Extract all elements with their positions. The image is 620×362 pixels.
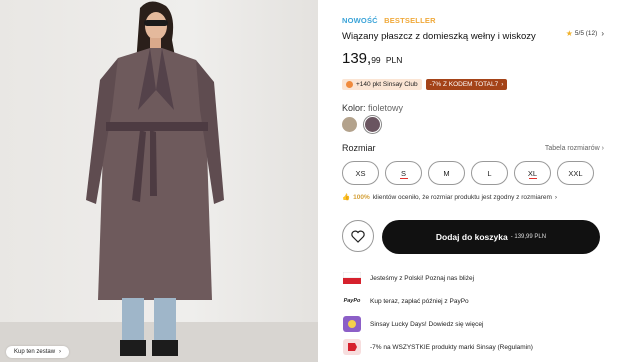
add-to-cart-label: Dodaj do koszyka xyxy=(435,232,508,242)
color-swatch-purple[interactable] xyxy=(365,117,380,132)
price-currency: PLN xyxy=(385,55,403,65)
fit-text: klientów oceniło, że rozmiar produktu je… xyxy=(372,193,552,201)
price-main: 139, xyxy=(342,50,372,67)
product-badges: NOWOŚĆ BESTSELLER xyxy=(342,16,436,25)
model-illustration xyxy=(0,1,318,362)
polish-flag-icon xyxy=(342,270,362,286)
size-option-xs[interactable]: XS xyxy=(342,161,379,185)
price-cents: 99 xyxy=(371,55,381,65)
shop-look-button[interactable]: Kup ten zestaw › xyxy=(6,346,70,358)
paypo-icon: PayPo xyxy=(343,298,361,304)
size-option-s[interactable]: S xyxy=(385,161,422,185)
size-table-link[interactable]: Tabela rozmiarów › xyxy=(545,145,604,152)
size-option-label: S xyxy=(400,168,406,178)
size-option-l[interactable]: L xyxy=(471,161,508,185)
color-swatch-beige[interactable] xyxy=(342,117,357,132)
product-price: 139,99 PLN xyxy=(342,50,402,67)
promo-code-text: -7% Z KODEM TOTAL7 xyxy=(429,81,499,88)
lucky-days-icon xyxy=(342,316,362,332)
thumbs-up-icon: 👍 xyxy=(342,194,351,201)
perk-polish[interactable]: Jesteśmy z Polski! Poznaj nas bliżej xyxy=(342,270,474,286)
perk-paypo[interactable]: PayPo Kup teraz, zapłać później z PayPo xyxy=(342,293,469,309)
chevron-right-icon: › xyxy=(501,81,504,88)
promo-row: +140 pkt Sinsay Club -7% Z KODEM TOTAL7 … xyxy=(342,79,508,90)
club-icon xyxy=(346,81,353,88)
star-icon: ★ xyxy=(565,29,573,38)
low-stock-indicator xyxy=(399,177,408,179)
perk-text: Sinsay Lucky Days! Dowiedz się więcej xyxy=(370,320,484,328)
size-options: XS S M L XL XXL xyxy=(342,161,594,185)
club-points-text: +140 pkt Sinsay Club xyxy=(356,81,418,88)
perk-text: Jesteśmy z Polski! Poznaj nas bliżej xyxy=(370,274,475,282)
rating[interactable]: ★ 5/5 (12) › xyxy=(566,29,604,38)
size-option-label: L xyxy=(487,168,492,178)
perk-lucky-days[interactable]: Sinsay Lucky Days! Dowiedz się więcej xyxy=(342,316,483,332)
color-swatches xyxy=(342,117,380,132)
size-option-label: XL xyxy=(527,168,538,178)
size-option-xl[interactable]: XL xyxy=(514,161,551,185)
chevron-right-icon: › xyxy=(554,193,558,201)
chevron-right-icon: › xyxy=(601,144,604,152)
badge-bestseller: BESTSELLER xyxy=(384,16,436,25)
color-label-text: Kolor: xyxy=(342,103,366,113)
chevron-right-icon: › xyxy=(601,29,604,38)
wishlist-button[interactable] xyxy=(342,220,374,252)
fit-percent: 100% xyxy=(353,193,370,201)
heart-icon xyxy=(351,230,365,243)
promo-code-badge[interactable]: -7% Z KODEM TOTAL7 › xyxy=(425,79,508,90)
add-to-cart-button[interactable]: Dodaj do koszyka - 139,99 PLN xyxy=(382,220,600,254)
size-option-label: XXL xyxy=(568,168,583,178)
fit-note[interactable]: 👍 100% klientów oceniło, że rozmiar prod… xyxy=(342,193,558,202)
cart-row: Dodaj do koszyka - 139,99 PLN xyxy=(342,220,600,254)
low-stock-indicator xyxy=(528,177,537,179)
club-points-badge[interactable]: +140 pkt Sinsay Club xyxy=(342,79,422,90)
chevron-right-icon: › xyxy=(59,349,62,355)
perk-discount[interactable]: -7% na WSZYSTKIE produkty marki Sinsay (… xyxy=(342,339,533,355)
perk-text: Kup teraz, zapłać później z PayPo xyxy=(370,297,469,305)
size-label: Rozmiar xyxy=(342,143,376,153)
add-to-cart-price: - 139,99 PLN xyxy=(510,234,547,240)
rating-text: 5/5 (12) xyxy=(574,30,598,37)
discount-tag-icon xyxy=(342,339,362,355)
size-option-label: M xyxy=(443,168,450,178)
product-page: Kup ten zestaw › NOWOŚĆ BESTSELLER ★ 5/5… xyxy=(0,0,620,362)
color-value: fioletowy xyxy=(368,103,404,113)
size-option-xxl[interactable]: XXL xyxy=(557,161,594,185)
size-header: Rozmiar Tabela rozmiarów › xyxy=(342,143,604,153)
size-option-label: XS xyxy=(355,168,366,178)
product-title: Wiązany płaszcz z domieszką wełny i wisk… xyxy=(342,31,536,42)
perk-text: -7% na WSZYSTKIE produkty marki Sinsay (… xyxy=(370,343,533,351)
color-label: Kolor: fioletowy xyxy=(342,103,403,113)
badge-new: NOWOŚĆ xyxy=(342,16,378,25)
size-option-m[interactable]: M xyxy=(428,161,465,185)
size-table-text: Tabela rozmiarów xyxy=(544,144,600,152)
shop-look-label: Kup ten zestaw xyxy=(14,349,56,355)
product-photo[interactable]: Kup ten zestaw › xyxy=(0,0,318,362)
